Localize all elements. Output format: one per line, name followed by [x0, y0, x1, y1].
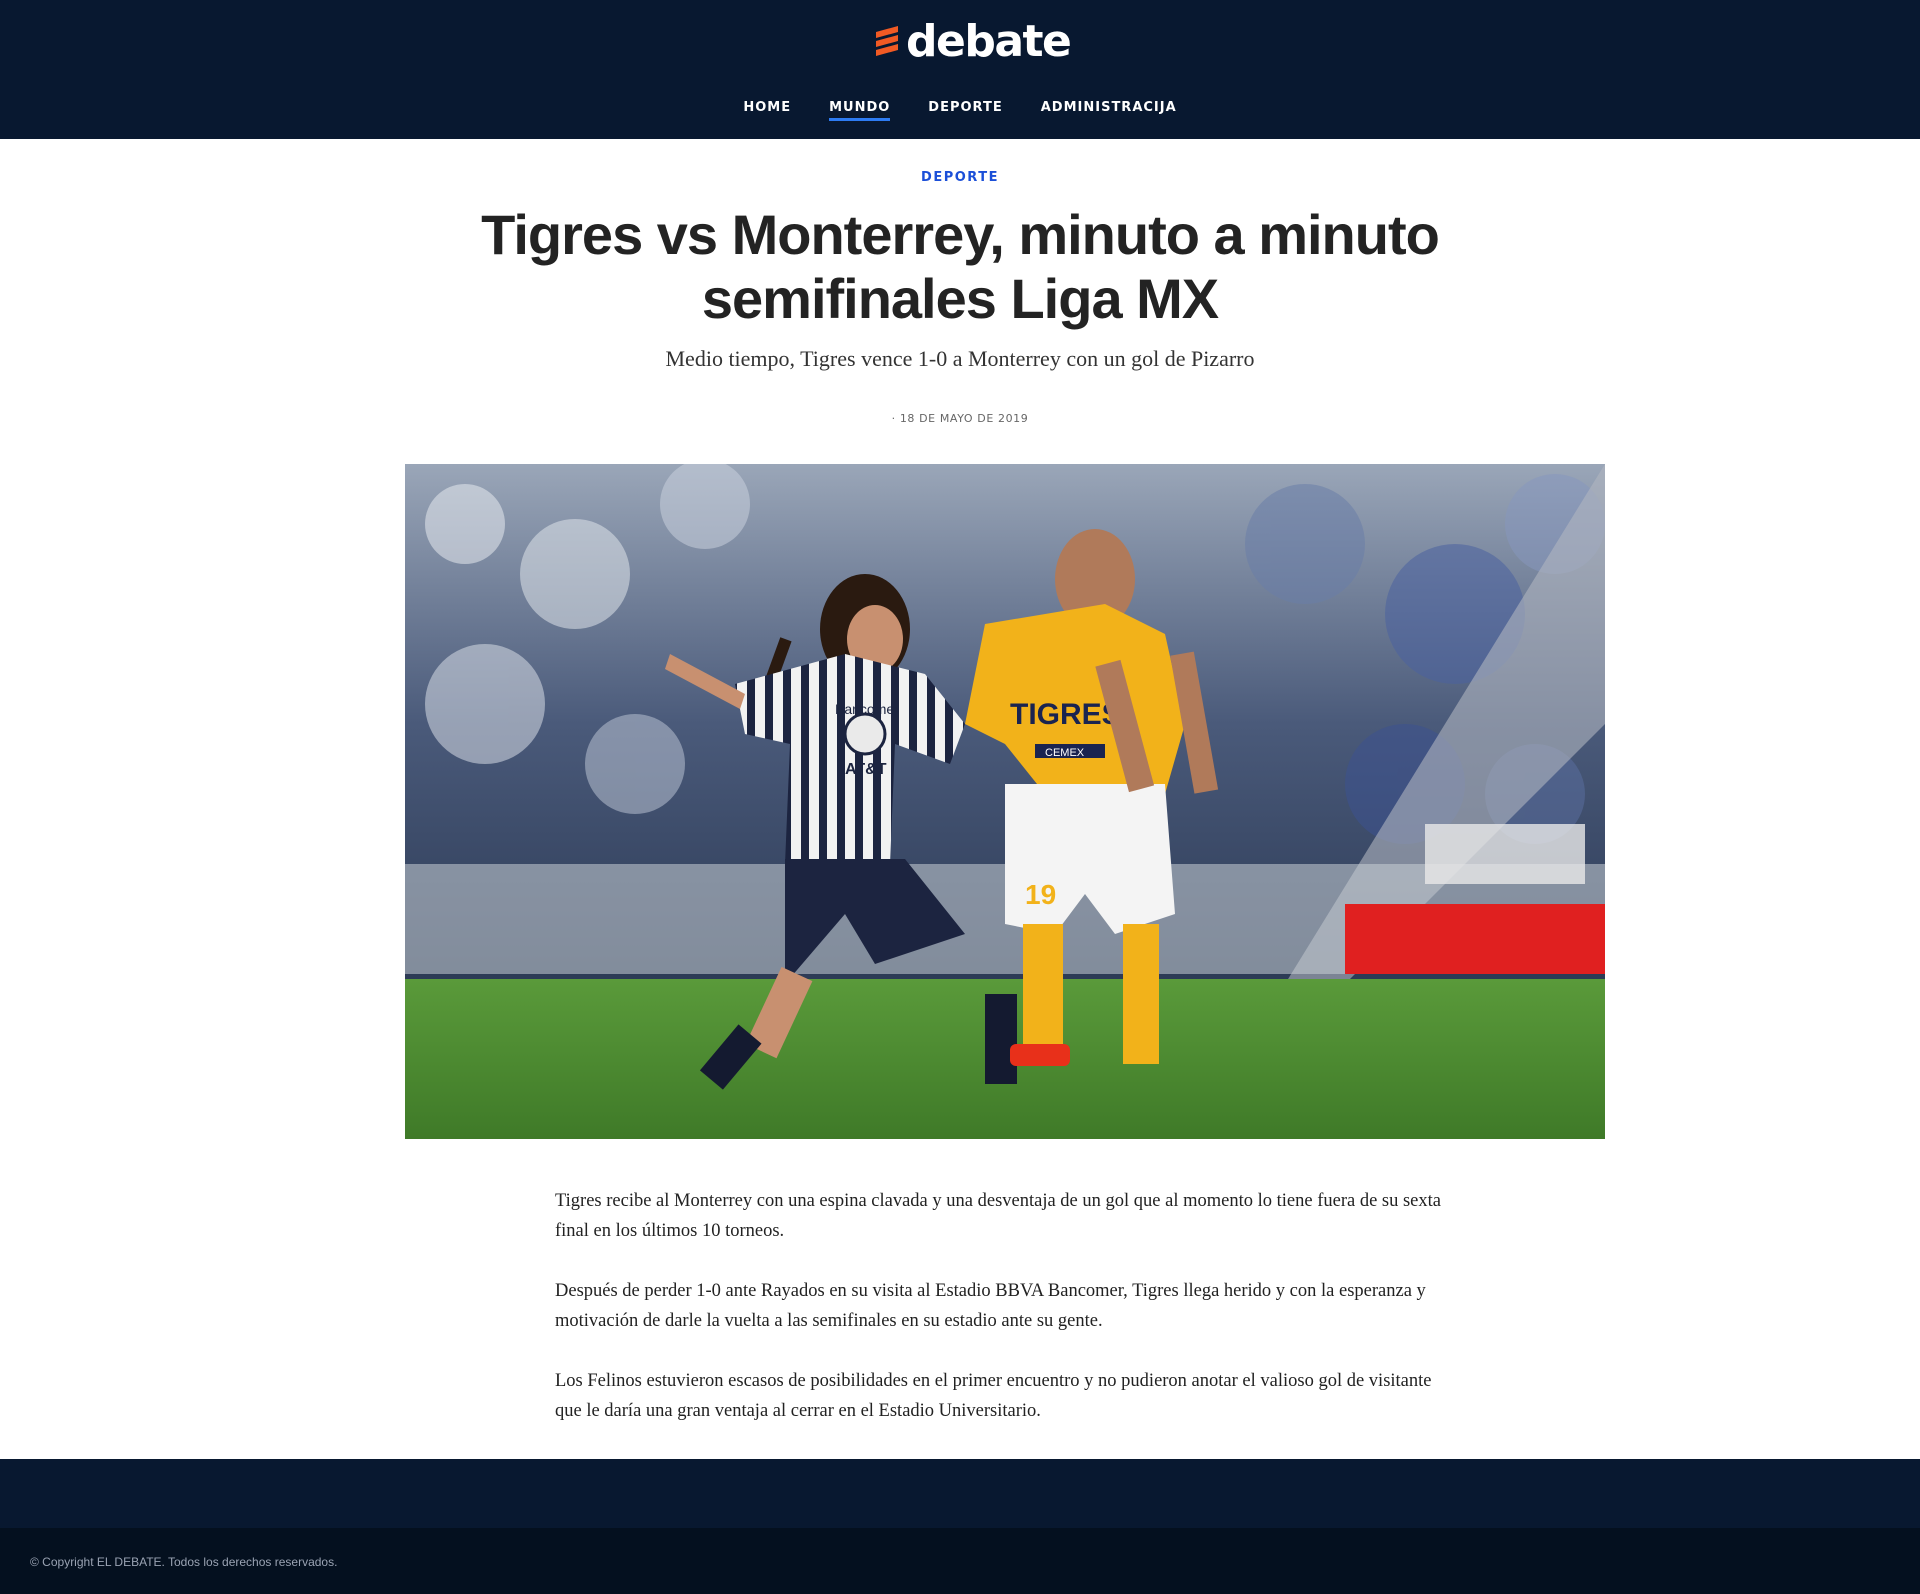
- article-category-link[interactable]: DEPORTE: [0, 170, 1920, 185]
- hero-image: Bancomer AT&T TIGRES CEMEX 19: [405, 464, 1605, 1139]
- logo-text: debate: [906, 16, 1072, 67]
- article-body: Tigres recibe al Monterrey con una espin…: [555, 1186, 1455, 1456]
- copyright-text: © Copyright EL DEBATE. Todos los derecho…: [30, 1555, 338, 1569]
- nav-item-administracija[interactable]: ADMINISTRACIJA: [1041, 100, 1177, 121]
- article-paragraph: Tigres recibe al Monterrey con una espin…: [555, 1191, 1441, 1241]
- nav-item-mundo[interactable]: MUNDO: [829, 100, 891, 121]
- svg-text:TIGRES: TIGRES: [1010, 698, 1122, 731]
- article-paragraph: Los Felinos estuvieron escasos de posibi…: [555, 1371, 1432, 1421]
- footer-bottom-band: © Copyright EL DEBATE. Todos los derecho…: [0, 1528, 1920, 1594]
- footer-top-band: [0, 1459, 1920, 1528]
- article-paragraph: Después de perder 1-0 ante Rayados en su…: [555, 1281, 1426, 1331]
- article-subtitle: Medio tiempo, Tigres vence 1-0 a Monterr…: [665, 346, 1255, 371]
- nav-item-home[interactable]: HOME: [743, 100, 791, 121]
- svg-text:AT&T: AT&T: [845, 761, 887, 778]
- svg-text:19: 19: [1025, 879, 1056, 910]
- svg-text:CEMEX: CEMEX: [1045, 747, 1085, 759]
- logo-mark-icon: [876, 26, 898, 56]
- article-date: · 18 DE MAYO DE 2019: [891, 412, 1029, 425]
- site-header: debate HOME MUNDO DEPORTE ADMINISTRACIJA: [0, 0, 1920, 139]
- main-nav: HOME MUNDO DEPORTE ADMINISTRACIJA: [0, 100, 1920, 121]
- hero-photo-illustration: Bancomer AT&T TIGRES CEMEX 19: [405, 464, 1605, 1139]
- article-title: Tigres vs Monterrey, minuto a minuto sem…: [481, 203, 1440, 330]
- site-logo[interactable]: debate: [872, 16, 1072, 67]
- nav-item-deporte[interactable]: DEPORTE: [928, 100, 1002, 121]
